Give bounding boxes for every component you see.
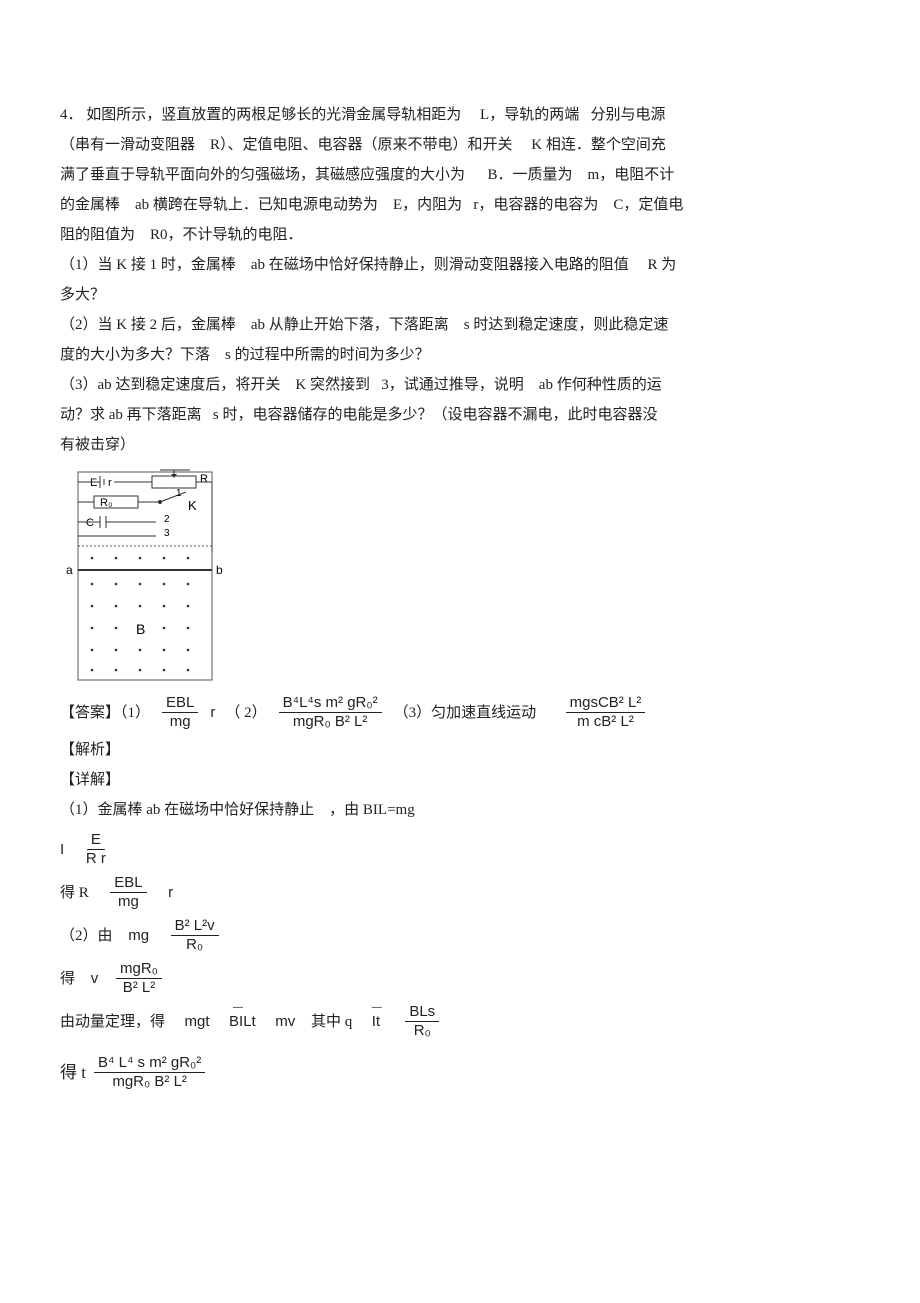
text: （1）金属棒 ab 在磁场中恰好保持静止 [60, 802, 314, 818]
answer-block: 【答案】（1） EBL mg r （ 2） B⁴L⁴s m² gR₀² mgR₀… [60, 694, 860, 731]
eq-v: 得 v mgR₀ B² L² [60, 960, 860, 997]
circuit-svg: E r R R₀ K 1 2 3 C a b B [60, 466, 230, 686]
text: 3，试通过推导，说明 [381, 377, 524, 393]
text: ab 在磁场中恰好保持静止，则滑动变阻器接入电路的阻值 [251, 257, 629, 273]
label-2: 2 [164, 514, 170, 525]
text: ，由 BIL=mg [329, 802, 415, 818]
text: （2）由 [60, 924, 113, 948]
text: C，定值电 [613, 197, 683, 213]
text: r，电容器的电容为 [473, 197, 598, 213]
eq-impulse: 由动量定理，得 mgt — BILt mv 其中 q — It BLs R₀ [60, 1003, 860, 1040]
text: 度的大小为多大？下落 [60, 347, 210, 363]
label-K: K [188, 498, 197, 513]
text: （2）当 K 接 2 后，金属棒 [60, 317, 236, 333]
text: 满了垂直于导轨平面向外的匀强磁场，其磁感应强度的大小为 [60, 167, 465, 183]
text: （串有一滑动变阻器 [60, 137, 195, 153]
text: mg [128, 924, 149, 948]
var-I: I [60, 838, 64, 862]
text: 得 R [60, 881, 89, 905]
solution-xiangjie: 【详解】 [60, 765, 860, 795]
text: （1）当 K 接 1 时，金属棒 [60, 257, 236, 273]
text: R 为 [648, 257, 677, 273]
var-v: v [91, 967, 99, 991]
text: （3）ab 达到稳定速度后，将开关 [60, 377, 280, 393]
label-b: b [216, 563, 223, 577]
text: L，导轨的两端 [480, 107, 579, 123]
frac-a3: mgsCB² L² m cB² L² [566, 694, 646, 731]
answer-p3: （3）匀加速直线运动 [394, 698, 537, 728]
label-E: E [90, 477, 97, 489]
text: 的金属棒 [60, 197, 120, 213]
text: 动？求 ab 再下落距离 [60, 407, 202, 423]
text: 得 t [60, 1059, 86, 1086]
frac-I: E R r [82, 831, 110, 868]
text: mv [275, 1010, 295, 1034]
text: R0，不计导轨的电阻． [150, 227, 303, 243]
text: s 时，电容器储存的电能是多少？（设电容器不漏电，此时电容器没 [213, 407, 658, 423]
answer-label: 【答案】（1） [60, 698, 150, 728]
frac-v: mgR₀ B² L² [116, 960, 162, 997]
frac-a1: EBL mg [162, 694, 198, 731]
solution-step1: （1）金属棒 ab 在磁场中恰好保持静止 ，由 BIL=mg [60, 795, 860, 825]
label-a: a [66, 563, 73, 577]
eq-t: 得 t B⁴ L⁴ s m² gR₀² mgR₀ B² L² [60, 1054, 860, 1091]
text: 其中 q [311, 1010, 352, 1034]
eq-R: 得 R EBL mg r [60, 874, 860, 911]
text: ab 从静止开始下落，下落距离 [251, 317, 449, 333]
problem-number: 4． [60, 107, 83, 123]
text: s 的过程中所需的时间为多少？ [225, 347, 430, 363]
circuit-diagram: E r R R₀ K 1 2 3 C a b B [60, 466, 860, 686]
eq-mg: （2）由 mg B² L²v R₀ [60, 917, 860, 954]
solution-jiexi: 【解析】 [60, 735, 860, 765]
text: ab 作何种性质的运 [539, 377, 662, 393]
label-1: 1 [176, 488, 182, 499]
text: mgt [185, 1010, 210, 1034]
frac-q: BLs R₀ [405, 1003, 439, 1040]
eq-I: I E R r [60, 831, 860, 868]
text: B．一质量为 [488, 167, 573, 183]
text: 阻的阻值为 [60, 227, 135, 243]
label-R0: R₀ [100, 497, 113, 509]
text: 得 [60, 967, 75, 991]
text: ab 横跨在导轨上．已知电源电动势为 [135, 197, 378, 213]
frac-t: B⁴ L⁴ s m² gR₀² mgR₀ B² L² [94, 1054, 205, 1091]
text: m，电阻不计 [588, 167, 675, 183]
label-r: r [108, 477, 112, 489]
text: 有被击穿） [60, 437, 135, 453]
text: s 时达到稳定速度，则此稳定速 [464, 317, 669, 333]
text: 分别与电源 [590, 107, 665, 123]
label-R: R [200, 473, 208, 485]
text: E，内阻为 [393, 197, 462, 213]
frac-mg: B² L²v R₀ [171, 917, 219, 954]
label-B: B [136, 621, 145, 637]
label-3: 3 [164, 528, 170, 539]
label-C: C [86, 517, 94, 529]
text: 由动量定理，得 [60, 1010, 165, 1034]
frac-a2: B⁴L⁴s m² gR₀² mgR₀ B² L² [279, 694, 382, 731]
a1-tail: r [210, 698, 215, 728]
text: R）、定值电阻、电容器（原来不带电）和开关 [210, 137, 513, 153]
text: r [168, 881, 173, 905]
text: K 相连．整个空间充 [531, 137, 666, 153]
text: 如图所示，竖直放置的两根足够长的光滑金属导轨相距为 [86, 107, 461, 123]
text: K 突然接到 [295, 377, 370, 393]
problem-statement: 4． 如图所示，竖直放置的两根足够长的光滑金属导轨相距为 L，导轨的两端 分别与… [60, 100, 860, 460]
frac-R: EBL mg [110, 874, 146, 911]
text: 多大？ [60, 287, 105, 303]
answer-p2: （ 2） [225, 698, 266, 728]
field-dots [91, 557, 190, 672]
